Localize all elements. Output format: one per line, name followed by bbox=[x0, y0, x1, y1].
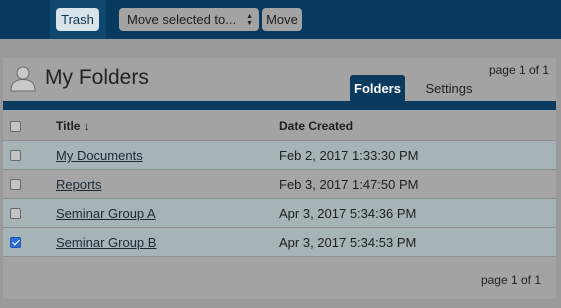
table-row: Reports Feb 3, 2017 1:47:50 PM bbox=[3, 170, 556, 199]
select-all-checkbox[interactable] bbox=[10, 121, 21, 132]
tab-bar-divider bbox=[3, 101, 556, 110]
top-toolbar: Trash Move selected to... ▲ ▼ Move bbox=[0, 0, 561, 39]
row-checkbox[interactable] bbox=[10, 208, 21, 219]
user-icon bbox=[10, 66, 36, 92]
move-button[interactable]: Move bbox=[262, 8, 302, 31]
table-row: My Documents Feb 2, 2017 1:33:30 PM bbox=[3, 141, 556, 170]
folder-link[interactable]: Seminar Group A bbox=[56, 206, 156, 221]
row-checkbox[interactable] bbox=[10, 237, 21, 248]
move-select-value: Move selected to... bbox=[127, 12, 237, 27]
row-checkbox[interactable] bbox=[10, 150, 21, 161]
move-selected-dropdown[interactable]: Move selected to... ▲ ▼ bbox=[119, 8, 259, 31]
trash-button[interactable]: Trash bbox=[56, 8, 99, 31]
title-column-header[interactable]: Title ↓ bbox=[56, 119, 90, 133]
pagination-info-bottom: page 1 of 1 bbox=[480, 273, 541, 287]
pagination-info-top: page 1 of 1 bbox=[488, 63, 549, 77]
page-title: My Folders bbox=[45, 66, 149, 89]
tab-folders[interactable]: Folders bbox=[350, 75, 405, 102]
row-checkbox[interactable] bbox=[10, 179, 21, 190]
folder-link[interactable]: Seminar Group B bbox=[56, 235, 156, 250]
date-created-cell: Feb 3, 2017 1:47:50 PM bbox=[279, 177, 419, 192]
updown-arrows-icon: ▲ ▼ bbox=[246, 13, 253, 27]
date-created-cell: Apr 3, 2017 5:34:36 PM bbox=[279, 206, 417, 221]
folder-link[interactable]: Reports bbox=[56, 177, 102, 192]
date-created-cell: Feb 2, 2017 1:33:30 PM bbox=[279, 148, 419, 163]
tab-settings[interactable]: Settings bbox=[420, 75, 478, 102]
table-row: Seminar Group A Apr 3, 2017 5:34:36 PM bbox=[3, 199, 556, 228]
table-header-row: Title ↓ Date Created bbox=[3, 110, 556, 141]
folders-panel: My Folders page 1 of 1 Folders Settings … bbox=[3, 58, 556, 299]
table-row: Seminar Group B Apr 3, 2017 5:34:53 PM bbox=[3, 228, 556, 257]
date-created-cell: Apr 3, 2017 5:34:53 PM bbox=[279, 235, 417, 250]
folder-link[interactable]: My Documents bbox=[56, 148, 143, 163]
folders-table: Title ↓ Date Created My Documents Feb 2,… bbox=[3, 110, 556, 257]
date-created-column-header[interactable]: Date Created bbox=[279, 119, 353, 133]
